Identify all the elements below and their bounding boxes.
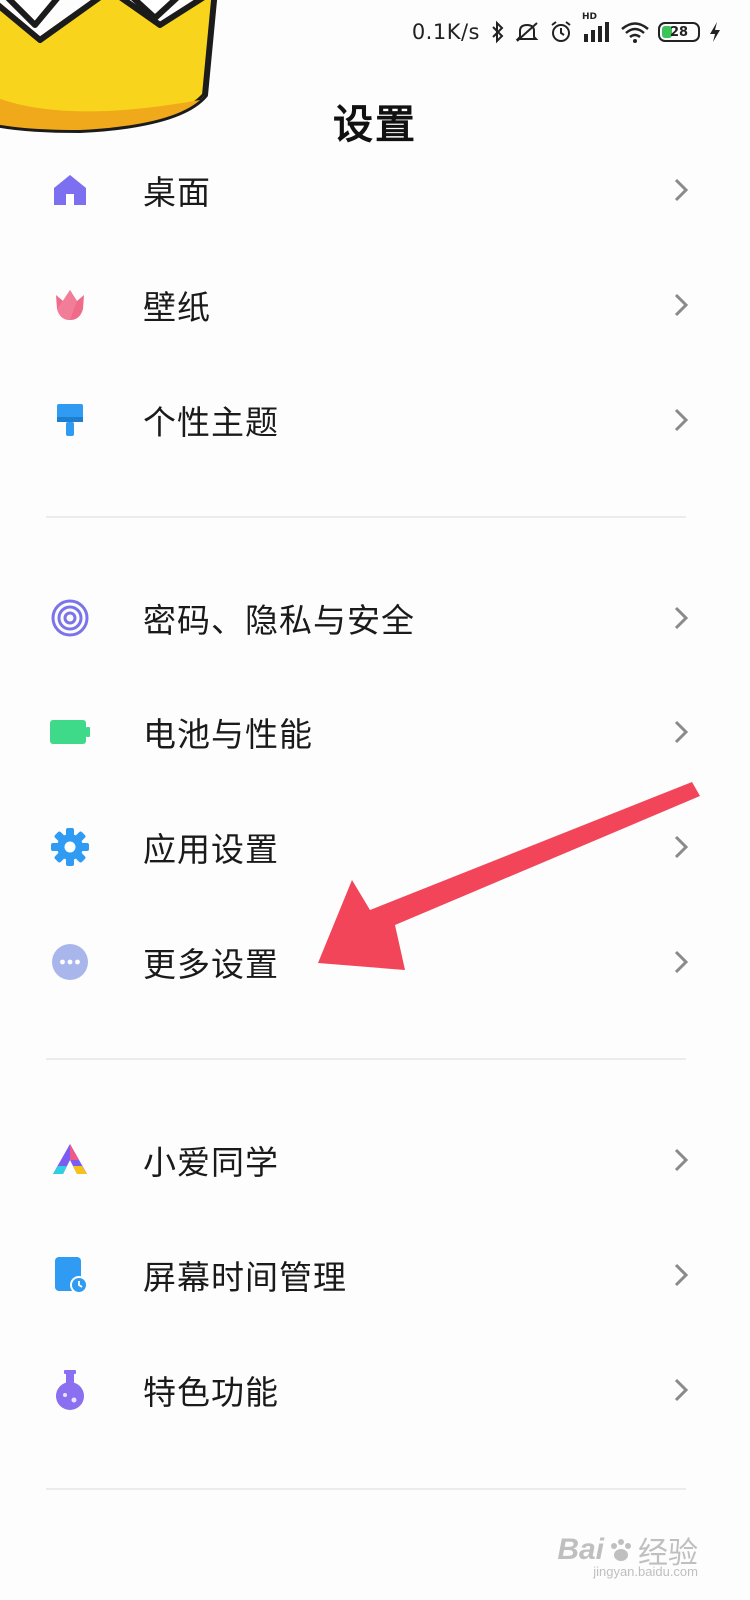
settings-item-xiaoai[interactable]: 小爱同学 xyxy=(0,1110,750,1210)
settings-item-desktop[interactable]: 桌面 xyxy=(0,140,750,240)
watermark-brand: Bai xyxy=(557,1533,604,1566)
tulip-icon xyxy=(48,283,92,327)
alarm-icon xyxy=(551,21,571,42)
settings-item-privacy-security[interactable]: 密码、隐私与安全 xyxy=(0,568,750,668)
settings-item-label: 屏幕时间管理 xyxy=(143,1258,347,1297)
mute-icon xyxy=(515,22,539,42)
status-bar: 0.1K/s HD 28 xyxy=(411,12,722,50)
network-speed: 0.1K/s xyxy=(411,20,480,44)
settings-item-special-features[interactable]: 特色功能 xyxy=(0,1340,750,1440)
gear-icon xyxy=(48,825,92,869)
bluetooth-icon xyxy=(492,20,504,44)
settings-item-label: 特色功能 xyxy=(143,1373,279,1412)
battery-icon: 28 xyxy=(658,22,700,42)
section-divider xyxy=(46,1488,686,1490)
settings-item-battery-performance[interactable]: 电池与性能 xyxy=(0,682,750,782)
signal-indicator: HD xyxy=(582,12,612,44)
brush-icon xyxy=(48,398,92,442)
signal-icon xyxy=(584,22,609,42)
settings-item-label: 个性主题 xyxy=(143,403,279,442)
screen-time-icon xyxy=(48,1253,92,1297)
chevron-right-icon xyxy=(670,1260,692,1290)
chevron-right-icon xyxy=(670,947,692,977)
section-divider xyxy=(46,516,686,518)
chevron-right-icon xyxy=(670,290,692,320)
battery-level: 28 xyxy=(669,24,689,40)
settings-item-label: 小爱同学 xyxy=(143,1143,279,1182)
settings-item-label: 壁纸 xyxy=(143,288,211,327)
chevron-right-icon xyxy=(670,1145,692,1175)
fingerprint-icon xyxy=(48,596,92,640)
chevron-right-icon xyxy=(670,603,692,633)
settings-item-themes[interactable]: 个性主题 xyxy=(0,370,750,470)
flask-icon xyxy=(48,1368,92,1412)
chevron-right-icon xyxy=(670,175,692,205)
settings-item-app-settings[interactable]: 应用设置 xyxy=(0,797,750,897)
xiaoai-icon xyxy=(48,1138,92,1182)
section-divider xyxy=(46,1058,686,1060)
hd-label: HD xyxy=(582,12,598,22)
settings-item-label: 电池与性能 xyxy=(143,715,313,754)
chevron-right-icon xyxy=(670,717,692,747)
charging-icon xyxy=(710,22,720,42)
more-icon xyxy=(48,940,92,984)
wifi-icon xyxy=(621,22,649,43)
settings-item-label: 密码、隐私与安全 xyxy=(143,601,415,640)
paw-icon xyxy=(611,1539,631,1561)
settings-item-screen-time[interactable]: 屏幕时间管理 xyxy=(0,1225,750,1325)
settings-item-wallpaper[interactable]: 壁纸 xyxy=(0,255,750,355)
battery-icon xyxy=(48,710,92,754)
watermark-logo: Bai 经验 jingyan.baidu.com xyxy=(557,1528,698,1579)
watermark-url: jingyan.baidu.com xyxy=(593,1564,698,1579)
settings-item-label: 应用设置 xyxy=(143,830,279,869)
chevron-right-icon xyxy=(670,1375,692,1405)
home-icon xyxy=(48,168,92,212)
settings-item-label: 更多设置 xyxy=(143,945,279,984)
chevron-right-icon xyxy=(670,405,692,435)
settings-item-label: 桌面 xyxy=(143,173,211,212)
settings-item-more-settings[interactable]: 更多设置 xyxy=(0,912,750,1012)
chevron-right-icon xyxy=(670,832,692,862)
